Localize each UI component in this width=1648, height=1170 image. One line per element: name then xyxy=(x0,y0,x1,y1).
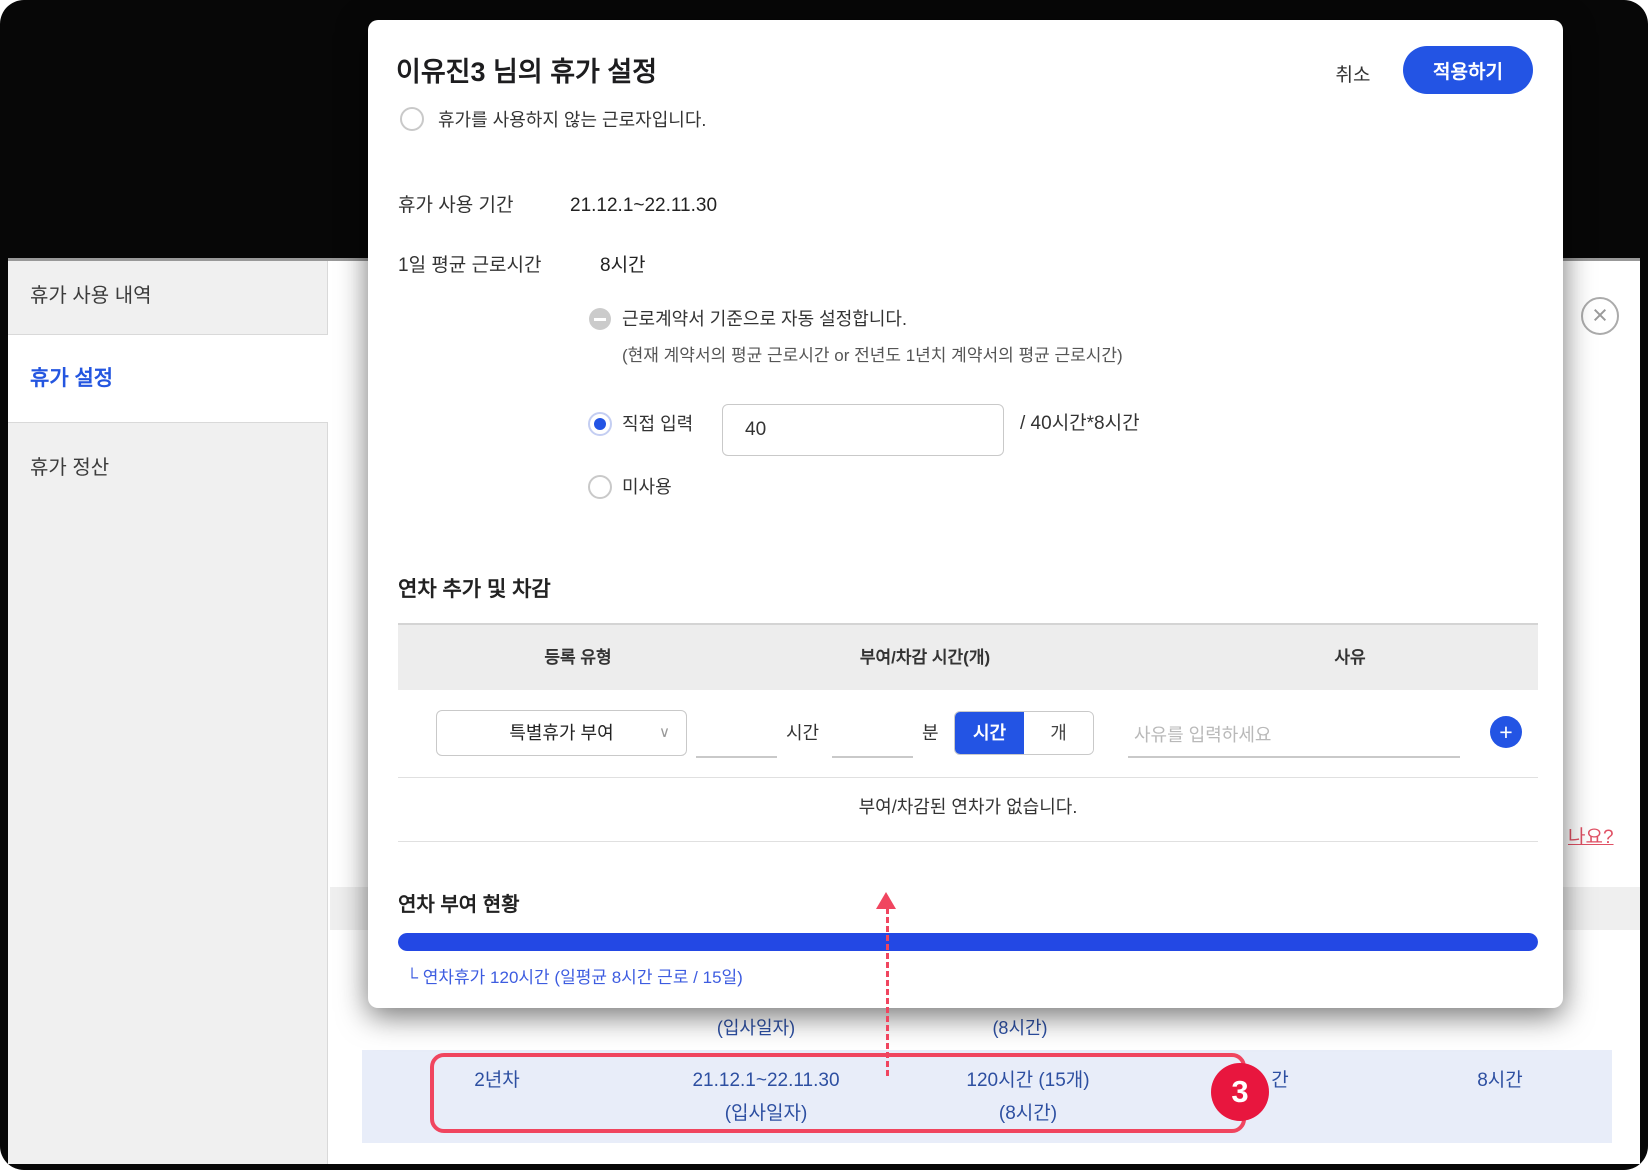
minutes-suffix-label: 분 xyxy=(922,723,939,743)
direct-input-radio[interactable] xyxy=(588,412,612,436)
close-icon[interactable]: × xyxy=(1581,297,1619,335)
period-value: 21.12.1~22.11.30 xyxy=(570,195,718,216)
grant-section-title: 연차 부여 현황 xyxy=(398,894,520,916)
header-reason: 사유 xyxy=(1334,648,1366,667)
sidebar-item-vacation-settlement[interactable]: 휴가 정산 xyxy=(8,423,328,513)
header-register-type: 등록 유형 xyxy=(544,648,612,667)
leave-type-dropdown[interactable]: 특별휴가 부여 ∨ xyxy=(436,710,687,756)
chevron-down-icon: ∨ xyxy=(659,724,670,741)
annotation-arrow-head-icon xyxy=(876,892,896,909)
avg-work-hours-label: 1일 평균 근로시간 xyxy=(398,255,542,276)
divider xyxy=(398,777,1538,778)
unused-radio[interactable] xyxy=(588,475,612,499)
adjust-section-title: 연차 추가 및 차감 xyxy=(398,578,551,601)
reason-input[interactable] xyxy=(1128,714,1460,758)
unused-label: 미사용 xyxy=(622,477,672,497)
direct-input-suffix: / 40시간*8시간 xyxy=(1020,413,1140,434)
vacation-settings-modal: 이유진3 님의 휴가 설정 취소 적용하기 휴가를 사용하지 않는 근로자입니다… xyxy=(368,20,1563,1008)
hours-suffix-label: 시간 xyxy=(786,723,820,743)
hours-input[interactable] xyxy=(696,714,777,758)
modal-title: 이유진3 님의 휴가 설정 xyxy=(396,57,658,87)
prev-row-hiredate-text: (입사일자) xyxy=(716,1018,796,1038)
unit-toggle: 시간 개 xyxy=(954,711,1094,755)
no-vacation-radio[interactable] xyxy=(400,107,424,131)
avg-work-hours-value: 8시간 xyxy=(600,255,646,276)
annual-leave-caption: └ 연차휴가 120시간 (일평균 8시간 근로 / 15일) xyxy=(406,968,743,987)
add-entry-button[interactable]: + xyxy=(1490,716,1522,748)
leave-type-value: 특별휴가 부여 xyxy=(509,723,614,743)
auto-setting-note: (현재 계약서의 평균 근로시간 or 전년도 1년치 계약서의 평균 근로시간… xyxy=(622,346,1123,365)
no-vacation-label: 휴가를 사용하지 않는 근로자입니다. xyxy=(438,110,707,130)
screenshot-frame: 휴가 사용 내역 휴가 설정 휴가 정산 × 나요? (입사일자) (8시간) … xyxy=(0,0,1648,1170)
annotation-highlight-rect xyxy=(430,1053,1246,1133)
annual-leave-progress-bar xyxy=(398,933,1538,951)
minutes-input[interactable] xyxy=(832,714,913,758)
help-link-fragment[interactable]: 나요? xyxy=(1568,822,1614,849)
direct-hours-input[interactable] xyxy=(722,404,1004,456)
annotation-arrow-line xyxy=(886,908,889,1076)
empty-adjust-message: 부여/차감된 연차가 없습니다. xyxy=(858,797,1078,817)
unit-toggle-count[interactable]: 개 xyxy=(1024,712,1093,754)
auto-setting-label: 근로계약서 기준으로 자동 설정합니다. xyxy=(622,309,907,329)
sidebar: 휴가 사용 내역 휴가 설정 휴가 정산 xyxy=(8,261,328,1164)
annotation-step-badge: 3 xyxy=(1211,1063,1269,1121)
apply-button[interactable]: 적용하기 xyxy=(1403,46,1533,94)
sidebar-item-vacation-history[interactable]: 휴가 사용 내역 xyxy=(8,261,328,334)
row-cell-daily-hours: 8시간 xyxy=(1477,1070,1523,1091)
auto-setting-radio-disabled xyxy=(589,308,611,330)
divider xyxy=(398,841,1538,842)
direct-input-label: 직접 입력 xyxy=(622,414,694,434)
annual-leave-progress-fill xyxy=(398,933,1538,951)
cancel-button[interactable]: 취소 xyxy=(1318,60,1388,87)
header-grant-deduct-time: 부여/차감 시간(개) xyxy=(859,648,991,667)
prev-row-hours-text: (8시간) xyxy=(992,1018,1048,1038)
period-label: 휴가 사용 기간 xyxy=(398,195,514,216)
unit-toggle-hours[interactable]: 시간 xyxy=(955,712,1024,754)
adjust-table-header: 등록 유형 부여/차감 시간(개) 사유 xyxy=(398,623,1538,690)
sidebar-item-vacation-settings[interactable]: 휴가 설정 xyxy=(8,334,328,423)
